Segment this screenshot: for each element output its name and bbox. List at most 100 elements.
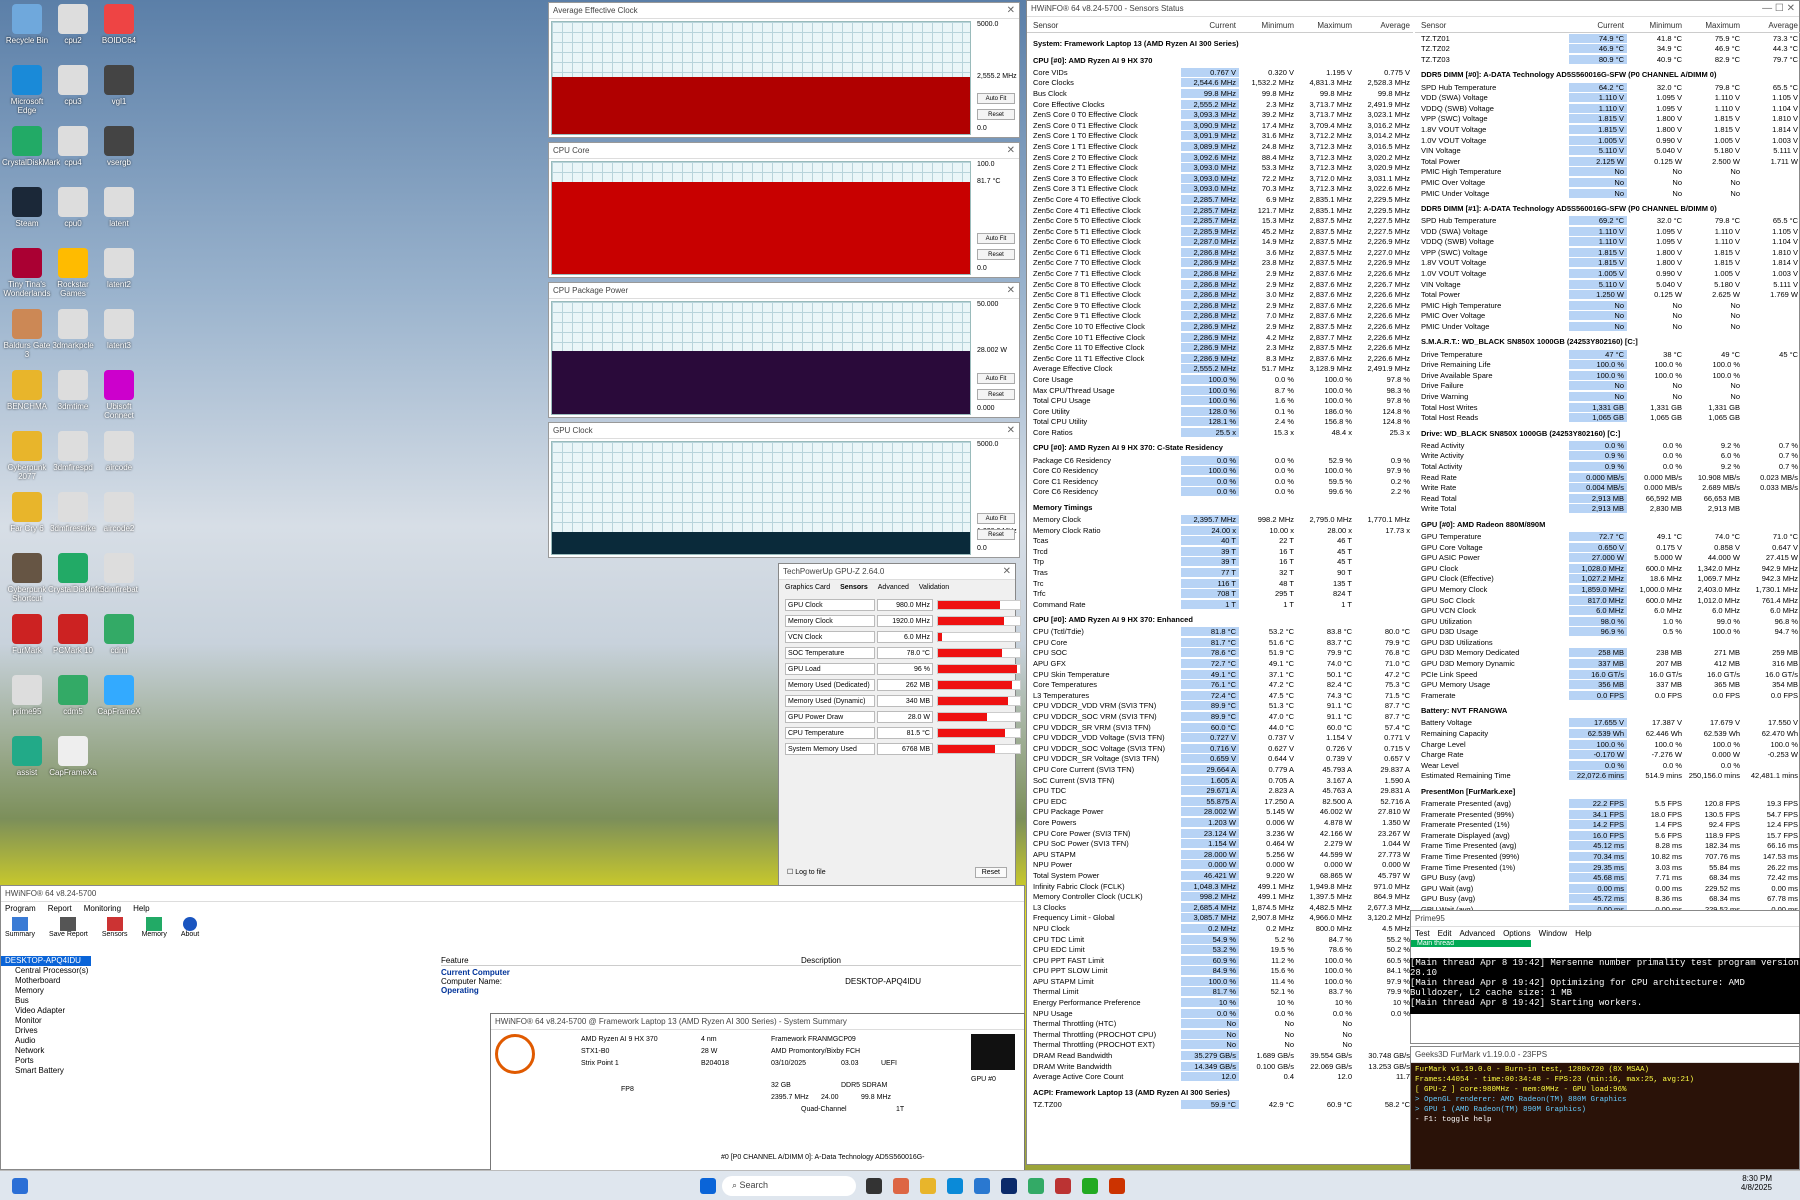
sensor-row[interactable]: VDD (SWA) Voltage 1.110 V 1.095 V 1.110 V 1.… (1415, 92, 1800, 103)
desktop-icon[interactable]: vsergb (94, 126, 144, 167)
sensor-row[interactable]: Zen5c Core 9 T0 Effective Clock 2,286.8 M… (1027, 300, 1413, 311)
tree-item[interactable]: Drives (1, 1026, 431, 1036)
sensor-group-header[interactable]: S.M.A.R.T.: WD_BLACK SN850X 1000GB (2425… (1415, 335, 1800, 349)
desktop-icon[interactable]: latent2 (94, 248, 144, 289)
sensor-row[interactable]: Zen5c Core 8 T1 Effective Clock 2,286.8 M… (1027, 289, 1413, 300)
sensor-row[interactable]: Zen5c Core 10 T0 Effective Clock 2,286.9 … (1027, 321, 1413, 332)
sensor-row[interactable]: Core Ratios 25.5 x 15.3 x 48.4 x 25.3 x (1027, 427, 1413, 438)
tree-item[interactable]: Central Processor(s) (1, 966, 431, 976)
close-icon[interactable]: ✕ (1007, 5, 1015, 16)
sensor-row[interactable]: CPU PPT FAST Limit 60.9 % 11.2 % 100.0 % 60.… (1027, 955, 1413, 966)
sensor-row[interactable]: Core Utility 128.0 % 0.1 % 186.0 % 124.8 % (1027, 406, 1413, 417)
sensor-row[interactable]: Read Rate 0.000 MB/s 0.000 MB/s 10.908 MB/s… (1415, 472, 1800, 483)
sensor-group-header[interactable]: PresentMon [FurMark.exe] (1415, 784, 1800, 798)
sensor-row[interactable]: PMIC High Temperature No No No (1415, 167, 1800, 178)
sensor-group-header[interactable]: DDR5 DIMM [#1]: A-DATA Technology AD5S56… (1415, 201, 1800, 215)
desktop-icon[interactable]: assist (2, 736, 52, 777)
about-button[interactable]: About (181, 917, 199, 947)
sensor-row[interactable]: CPU VDDCR_SOC Voltage (SVI3 TFN) 0.716 V 0… (1027, 743, 1413, 754)
average-col-header[interactable]: Average (1743, 21, 1800, 30)
sensor-row[interactable]: Trfc 708 T 295 T 824 T (1027, 588, 1413, 599)
menu-monitoring[interactable]: Monitoring (84, 904, 121, 913)
desktop-icon[interactable]: cpu4 (48, 126, 98, 167)
desktop-icon[interactable]: BOIDC64 (94, 4, 144, 45)
sensor-row[interactable]: SPD Hub Temperature 64.2 °C 32.0 °C 79.8 °C… (1415, 82, 1800, 93)
tree-item[interactable]: Memory (1, 986, 431, 996)
sensor-row[interactable]: TZ.TZ02 46.9 °C 34.9 °C 46.9 °C 44.3 °C (1415, 44, 1800, 55)
sensor-row[interactable]: Frame Time Presented (1%) 29.35 ms 3.03 ms… (1415, 862, 1800, 873)
desktop-icon[interactable]: latent (94, 187, 144, 228)
sensor-row[interactable]: CPU EDC Limit 53.2 % 19.5 % 78.6 % 50.2 % (1027, 944, 1413, 955)
sensor-row[interactable]: CPU VDDCR_SR VRM (SVI3 TFN) 60.0 °C 44.0 °… (1027, 722, 1413, 733)
desktop-icon[interactable]: Recycle Bin (2, 4, 52, 45)
search-box[interactable]: ⌕ Search (722, 1176, 856, 1196)
sensor-row[interactable]: ZenS Core 0 T0 Effective Clock 3,093.3 MH… (1027, 109, 1413, 120)
sensor-row[interactable]: 1.8V VOUT Voltage 1.815 V 1.800 V 1.815 V 1.… (1415, 124, 1800, 135)
minimum-col-header[interactable]: Minimum (1239, 21, 1297, 30)
sensor-row[interactable]: DRAM Write Bandwidth 14.349 GB/s 0.100 GB/… (1027, 1061, 1413, 1072)
tab-graphics-card[interactable]: Graphics Card (785, 584, 830, 591)
sensor-row[interactable]: DRAM Read Bandwidth 35.279 GB/s 1.689 GB/s… (1027, 1050, 1413, 1061)
sensor-row[interactable]: Average Active Core Count 12.0 0.4 12.0 11.7 (1027, 1071, 1413, 1082)
sensor-row[interactable]: Zen5c Core 6 T1 Effective Clock 2,286.8 M… (1027, 247, 1413, 258)
desktop-icon[interactable]: cdmi (94, 614, 144, 655)
tree-item[interactable]: DESKTOP-APQ4IDU (1, 956, 91, 966)
tab-sensors[interactable]: Sensors (840, 584, 868, 591)
desktop-icon[interactable]: Rockstar Games (48, 248, 98, 298)
sensor-row[interactable]: Read Activity 0.0 % 0.0 % 9.2 % 0.7 % (1415, 440, 1800, 451)
sensor-row[interactable]: Write Rate 0.004 MB/s 0.000 MB/s 2.689 MB/s… (1415, 482, 1800, 493)
sensor-row[interactable]: 1.8V VOUT Voltage 1.815 V 1.800 V 1.815 V 1.… (1415, 258, 1800, 269)
sensor-row[interactable]: Memory Clock 2,395.7 MHz 998.2 MHz 2,795.0 … (1027, 514, 1413, 525)
sensor-group-header[interactable]: Drive: WD_BLACK SN850X 1000GB (24253Y802… (1415, 426, 1800, 440)
sensor-row[interactable]: ZenS Core 2 T0 Effective Clock 3,092.6 MH… (1027, 152, 1413, 163)
desktop-icon[interactable]: CrystalDiskMark (2, 126, 60, 167)
sensor-row[interactable]: Infinity Fabric Clock (FCLK) 1,048.3 MHz 4… (1027, 881, 1413, 892)
sensor-row[interactable]: Zen5c Core 10 T1 Effective Clock 2,286.9 … (1027, 332, 1413, 343)
sensor-row[interactable]: Total CPU Usage 100.0 % 1.6 % 100.0 % 97.8 % (1027, 395, 1413, 406)
sensor-row[interactable]: CPU TDC Limit 54.9 % 5.2 % 84.7 % 55.2 % (1027, 934, 1413, 945)
auto-fit-button[interactable]: Auto Fit (977, 233, 1015, 244)
sensor-row[interactable]: CPU Core 81.7 °C 51.6 °C 83.7 °C 79.9 °C (1027, 637, 1413, 648)
sensor-row[interactable]: PCIe Link Speed 16.0 GT/s 16.0 GT/s 16.0 GT… (1415, 669, 1800, 680)
sensor-row[interactable]: CPU EDC 55.875 A 17.250 A 82.500 A 52.716 A (1027, 796, 1413, 807)
sensor-row[interactable]: Drive Failure No No No (1415, 381, 1800, 392)
sensor-row[interactable]: Average Effective Clock 2,555.2 MHz 51.7 M… (1027, 364, 1413, 375)
sensor-group-header[interactable]: CPU [#0]: AMD Ryzen AI 9 HX 370: C-State… (1027, 441, 1413, 455)
sensor-row[interactable]: Tcas 40 T 22 T 46 T (1027, 535, 1413, 546)
sensor-row[interactable]: Zen5c Core 4 T0 Effective Clock 2,285.7 M… (1027, 194, 1413, 205)
sensor-row[interactable]: Remaining Capacity 62.539 Wh 62.446 Wh 62.5… (1415, 728, 1800, 739)
sensor-row[interactable]: Zen5c Core 7 T1 Effective Clock 2,286.8 M… (1027, 268, 1413, 279)
gpuz-sensor-name[interactable]: CPU Temperature (785, 726, 875, 739)
sensor-row[interactable]: Energy Performance Preference 10 % 10 % 10 … (1027, 997, 1413, 1008)
sensor-row[interactable]: Zen5c Core 11 T1 Effective Clock 2,286.9 … (1027, 353, 1413, 364)
sensor-row[interactable]: Wear Level 0.0 % 0.0 % 0.0 % (1415, 760, 1800, 771)
sensor-row[interactable]: ZenS Core 1 T0 Effective Clock 3,091.9 MH… (1027, 131, 1413, 142)
desktop-icon[interactable]: aircode2 (94, 492, 144, 533)
sensor-group-header[interactable]: GPU [#0]: AMD Radeon 880M/890M (1415, 517, 1800, 531)
sensor-row[interactable]: PMIC High Temperature No No No (1415, 300, 1800, 311)
sensor-row[interactable]: PMIC Under Voltage No No No (1415, 321, 1800, 332)
sensor-row[interactable]: Framerate 0.0 FPS 0.0 FPS 0.0 FPS 0.0 FPS (1415, 690, 1800, 701)
sensor-row[interactable]: Thermal Limit 81.7 % 52.1 % 83.7 % 79.9 % (1027, 987, 1413, 998)
widgets-icon[interactable] (12, 1178, 28, 1194)
desktop-icon[interactable]: FurMark (2, 614, 52, 655)
average-col-header[interactable]: Average (1355, 21, 1413, 30)
sensor-row[interactable]: GPU Memory Usage 356 MB 337 MB 365 MB 354 MB (1415, 679, 1800, 690)
sensor-row[interactable]: CPU VDDCR_VDD Voltage (SVI3 TFN) 0.727 V 0… (1027, 732, 1413, 743)
close-icon[interactable]: ✕ (1007, 145, 1015, 156)
tree-item[interactable]: Audio (1, 1036, 431, 1046)
reset-button[interactable]: Reset (977, 529, 1015, 540)
furmark-taskbar-icon[interactable] (1109, 1178, 1125, 1194)
auto-fit-button[interactable]: Auto Fit (977, 513, 1015, 524)
sensor-col-header[interactable]: Sensor (1027, 21, 1181, 30)
sensor-row[interactable]: L3 Temperatures 72.4 °C 47.5 °C 74.3 °C 71.5… (1027, 690, 1413, 701)
sensor-row[interactable]: VIN Voltage 5.110 V 5.040 V 5.180 V 5.111 V (1415, 279, 1800, 290)
sensor-row[interactable]: Core Usage 100.0 % 0.0 % 100.0 % 97.8 % (1027, 374, 1413, 385)
sensor-row[interactable]: Zen5c Core 4 T1 Effective Clock 2,285.7 M… (1027, 205, 1413, 216)
sensor-row[interactable]: SPD Hub Temperature 69.2 °C 32.0 °C 79.8 °C… (1415, 215, 1800, 226)
gpuz-sensor-name[interactable]: Memory Used (Dynamic) (785, 694, 875, 707)
hwinfo-taskbar-icon[interactable] (1001, 1178, 1017, 1194)
store-icon[interactable] (974, 1178, 990, 1194)
gpuz-sensor-name[interactable]: SOC Temperature (785, 646, 875, 659)
sensor-row[interactable]: GPU Utilization 98.0 % 1.0 % 99.0 % 96.8 % (1415, 616, 1800, 627)
